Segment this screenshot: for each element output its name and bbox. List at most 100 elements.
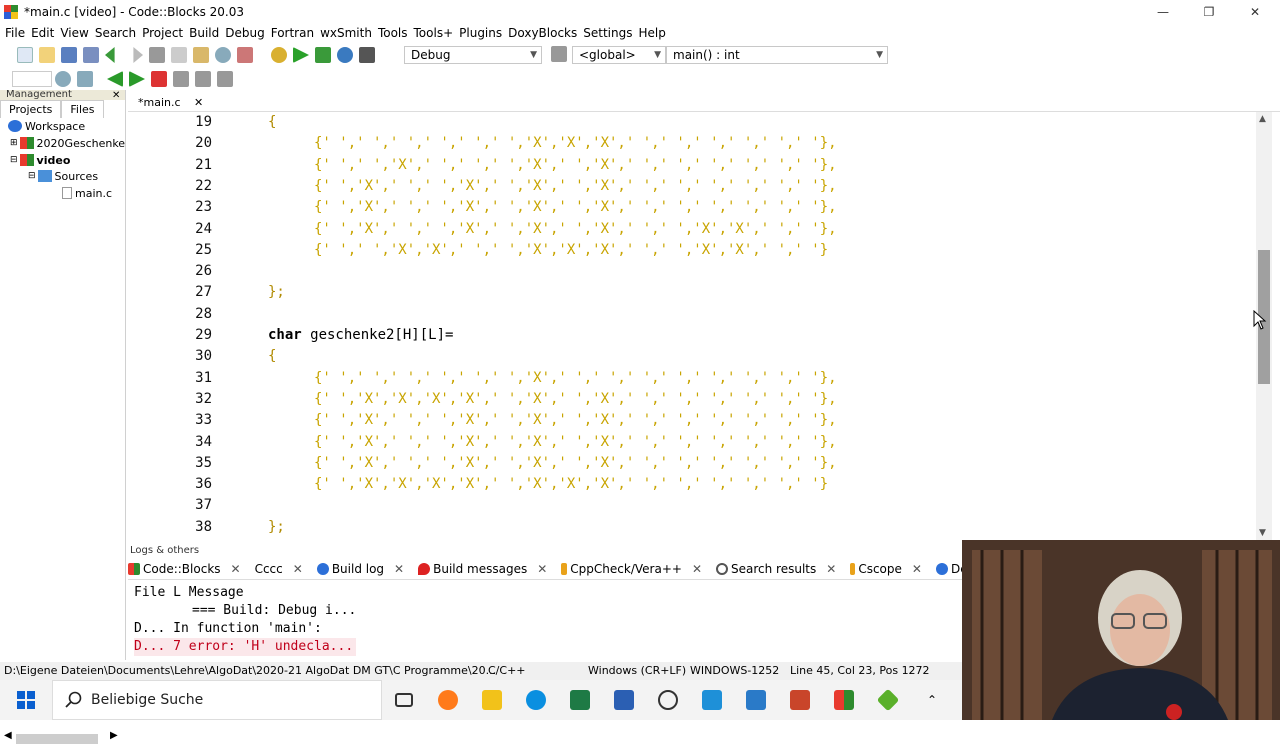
close-icon[interactable]: ✕ <box>112 90 120 101</box>
bookmark-toggle-icon[interactable] <box>151 71 167 87</box>
forward-arrow-icon[interactable] <box>129 71 145 87</box>
menu-tools-plus[interactable]: Tools+ <box>414 26 454 40</box>
powerpoint-icon[interactable] <box>778 680 822 720</box>
code-line[interactable]: 19 { <box>128 112 1256 133</box>
menu-project[interactable]: Project <box>142 26 183 40</box>
management-hscrollbar[interactable]: ◀ ▶ <box>0 730 126 746</box>
save-all-icon[interactable] <box>83 47 99 63</box>
menu-help[interactable]: Help <box>638 26 665 40</box>
bookmark-prev-icon[interactable] <box>173 71 189 87</box>
code-line[interactable]: 31 {' ',' ',' ',' ',' ',' ','X',' ',' ','… <box>128 368 1256 389</box>
code-editor[interactable]: 19 {20 {' ',' ',' ',' ',' ',' ','X','X','X… <box>128 112 1256 540</box>
paste-icon[interactable] <box>193 47 209 63</box>
tab-cppcheck[interactable]: CppCheck/Vera++ ✕ <box>561 562 702 576</box>
code-line[interactable]: 36 {' ','X','X','X','X',' ','X','X','X','… <box>128 474 1256 495</box>
bookmark-next-icon[interactable] <box>195 71 211 87</box>
minimize-button[interactable]: — <box>1140 0 1186 24</box>
tree-project-video[interactable]: ⊟ video <box>10 152 70 168</box>
file-explorer-icon[interactable] <box>470 680 514 720</box>
tab-build-log[interactable]: Build log ✕ <box>316 562 404 576</box>
code-line[interactable]: 23 {' ','X',' ',' ','X',' ','X',' ','X','… <box>128 197 1256 218</box>
close-icon[interactable]: ✕ <box>692 562 702 576</box>
close-icon[interactable]: ✕ <box>194 96 203 109</box>
code-line[interactable]: 32 {' ','X','X','X','X',' ','X',' ','X','… <box>128 389 1256 410</box>
scroll-left-icon[interactable]: ◀ <box>4 730 12 741</box>
search-input[interactable] <box>12 71 52 87</box>
tab-search-results[interactable]: Search results ✕ <box>716 562 836 576</box>
build-target-select[interactable]: Debug ▼ <box>404 46 542 64</box>
code-line[interactable]: 26 <box>128 261 1256 282</box>
settings-gear-icon[interactable] <box>646 680 690 720</box>
tab-projects[interactable]: Projects <box>0 100 62 118</box>
tab-files[interactable]: Files <box>61 100 104 118</box>
code-line[interactable]: 29 char geschenke2[H][L]= <box>128 325 1256 346</box>
search-options-icon[interactable] <box>77 71 93 87</box>
scroll-right-icon[interactable]: ▶ <box>110 730 118 741</box>
new-file-icon[interactable] <box>17 47 33 63</box>
menu-edit[interactable]: Edit <box>31 26 54 40</box>
task-view-icon[interactable] <box>382 680 426 720</box>
tab-cscope[interactable]: Cscope ✕ <box>850 562 922 576</box>
tab-main-c[interactable]: *main.c ✕ <box>134 94 207 112</box>
bookmark-clear-icon[interactable] <box>217 71 233 87</box>
code-completion-icon[interactable] <box>551 46 567 62</box>
menu-view[interactable]: View <box>60 26 88 40</box>
green-app-icon[interactable] <box>866 680 910 720</box>
rebuild-icon[interactable] <box>337 47 353 63</box>
code-line[interactable]: 22 {' ','X',' ',' ','X',' ','X',' ','X','… <box>128 176 1256 197</box>
code-line[interactable]: 37 <box>128 495 1256 516</box>
menu-file[interactable]: File <box>5 26 25 40</box>
code-line[interactable]: 20 {' ',' ',' ',' ',' ',' ','X','X','X','… <box>128 133 1256 154</box>
code-line[interactable]: 38}; <box>128 517 1256 538</box>
firefox-icon[interactable] <box>426 680 470 720</box>
menu-tools[interactable]: Tools <box>378 26 408 40</box>
restore-button[interactable]: ❐ <box>1186 0 1232 24</box>
tree-project-2020geschenke[interactable]: ⊞ 2020Geschenke <box>10 135 125 151</box>
cut-icon[interactable] <box>149 47 165 63</box>
scope-select[interactable]: <global> ▼ <box>572 46 666 64</box>
show-hidden-icons-chevron-icon[interactable]: ⌃ <box>910 680 954 720</box>
code-line[interactable]: 24 {' ','X',' ',' ','X',' ','X',' ','X','… <box>128 219 1256 240</box>
menu-plugins[interactable]: Plugins <box>459 26 502 40</box>
code-line[interactable]: 35 {' ','X',' ',' ','X',' ','X',' ','X','… <box>128 453 1256 474</box>
code-line[interactable]: 30 { <box>128 346 1256 367</box>
scroll-up-icon[interactable]: ▲ <box>1259 114 1266 124</box>
menu-wxsmith[interactable]: wxSmith <box>320 26 372 40</box>
code-line[interactable]: 21 {' ',' ','X',' ',' ',' ','X',' ','X','… <box>128 155 1256 176</box>
menu-settings[interactable]: Settings <box>583 26 632 40</box>
log-message-row[interactable]: D... In function 'main': <box>134 620 356 638</box>
replace-icon[interactable] <box>237 47 253 63</box>
close-icon[interactable]: ✕ <box>293 562 303 576</box>
scroll-down-icon[interactable]: ▼ <box>1259 528 1266 538</box>
code-line[interactable]: 33 {' ','X',' ',' ','X',' ','X',' ','X','… <box>128 410 1256 431</box>
log-error-row[interactable]: D... 7 error: 'H' undecla... <box>134 638 357 656</box>
code-line[interactable]: 25 {' ',' ','X','X',' ',' ','X','X','X','… <box>128 240 1256 261</box>
tree-workspace[interactable]: Workspace <box>8 118 85 134</box>
back-arrow-icon[interactable] <box>107 71 123 87</box>
scroll-thumb[interactable] <box>16 734 98 744</box>
close-icon[interactable]: ✕ <box>394 562 404 576</box>
copy-icon[interactable] <box>171 47 187 63</box>
find-icon[interactable] <box>215 47 231 63</box>
codeblocks-taskbar-icon[interactable] <box>822 680 866 720</box>
menu-search[interactable]: Search <box>95 26 136 40</box>
tree-file-main-c[interactable]: main.c <box>62 185 112 201</box>
close-icon[interactable]: ✕ <box>231 562 241 576</box>
build-and-run-icon[interactable] <box>315 47 331 63</box>
menu-doxyblocks[interactable]: DoxyBlocks <box>508 26 577 40</box>
menu-build[interactable]: Build <box>189 26 219 40</box>
open-file-icon[interactable] <box>39 47 55 63</box>
start-button[interactable] <box>0 680 52 720</box>
menu-debug[interactable]: Debug <box>225 26 264 40</box>
close-icon[interactable]: ✕ <box>912 562 922 576</box>
word-icon[interactable] <box>602 680 646 720</box>
tab-cccc[interactable]: Cccc ✕ <box>255 562 303 576</box>
undo-icon[interactable] <box>105 47 115 63</box>
excel-icon[interactable] <box>558 680 602 720</box>
skype-icon[interactable] <box>514 680 558 720</box>
close-icon[interactable]: ✕ <box>537 562 547 576</box>
tab-build-messages[interactable]: Build messages ✕ <box>418 561 548 576</box>
search-icon[interactable] <box>55 71 71 87</box>
tab-codeblocks-log[interactable]: Code::Blocks ✕ <box>128 562 241 576</box>
close-icon[interactable]: ✕ <box>826 562 836 576</box>
